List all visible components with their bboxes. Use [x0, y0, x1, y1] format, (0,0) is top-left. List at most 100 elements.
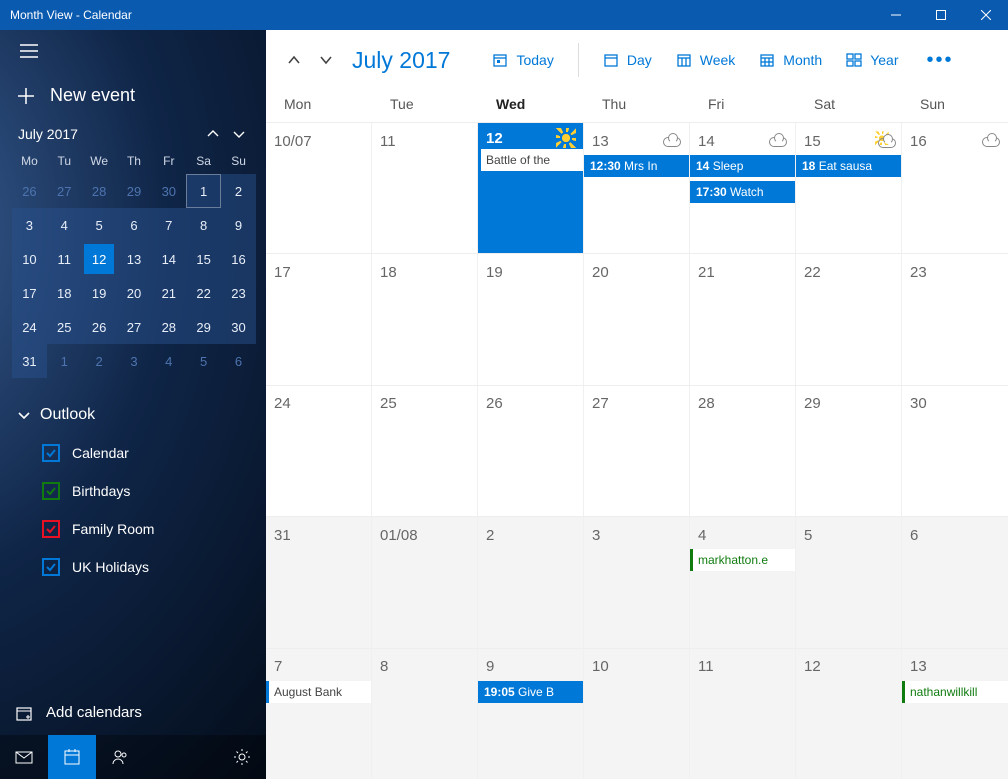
window-maximize-button[interactable]: [918, 0, 963, 30]
mini-cal-day[interactable]: 12: [82, 242, 117, 276]
day-cell[interactable]: 22: [796, 254, 902, 384]
mini-cal-prev[interactable]: [200, 128, 226, 140]
mini-cal-day[interactable]: 3: [117, 344, 152, 378]
mini-cal-day[interactable]: 25: [47, 310, 82, 344]
mini-cal-day[interactable]: 4: [151, 344, 186, 378]
mini-cal-day[interactable]: 22: [186, 276, 221, 310]
day-cell[interactable]: 3: [584, 517, 690, 647]
today-button[interactable]: Today: [482, 46, 563, 74]
view-month-button[interactable]: Month: [749, 46, 832, 74]
event-chip[interactable]: markhatton.e: [690, 549, 795, 571]
event-chip[interactable]: 17:30 Watch: [690, 181, 795, 203]
mini-cal-day[interactable]: 29: [186, 310, 221, 344]
mini-cal-day[interactable]: 1: [47, 344, 82, 378]
day-cell[interactable]: 12Battle of the: [478, 123, 584, 253]
day-cell[interactable]: 13nathanwillkill: [902, 649, 1008, 779]
calendar-toggle[interactable]: Calendar: [18, 434, 258, 472]
mini-cal-day[interactable]: 3: [12, 208, 47, 242]
mini-cal-day[interactable]: 1: [186, 174, 221, 208]
mini-cal-day[interactable]: 2: [221, 174, 256, 208]
mini-cal-day[interactable]: 28: [151, 310, 186, 344]
add-calendars-button[interactable]: Add calendars: [0, 690, 266, 735]
mini-cal-day[interactable]: 5: [82, 208, 117, 242]
day-cell[interactable]: 29: [796, 386, 902, 516]
calendar-toggle[interactable]: Family Room: [18, 510, 258, 548]
day-cell[interactable]: 20: [584, 254, 690, 384]
settings-button[interactable]: [218, 735, 266, 779]
people-app-button[interactable]: [96, 735, 144, 779]
day-cell[interactable]: 18: [372, 254, 478, 384]
mini-cal-day[interactable]: 23: [221, 276, 256, 310]
next-month-button[interactable]: [312, 46, 340, 74]
event-chip[interactable]: nathanwillkill: [902, 681, 1008, 703]
day-cell[interactable]: 11: [690, 649, 796, 779]
view-year-button[interactable]: Year: [836, 46, 908, 74]
mail-app-button[interactable]: [0, 735, 48, 779]
day-cell[interactable]: 28: [690, 386, 796, 516]
event-chip[interactable]: 18 Eat sausa: [796, 155, 901, 177]
day-cell[interactable]: 30: [902, 386, 1008, 516]
day-cell[interactable]: 01/08: [372, 517, 478, 647]
mini-cal-day[interactable]: 27: [117, 310, 152, 344]
event-chip[interactable]: 14 Sleep: [690, 155, 795, 177]
account-toggle[interactable]: Outlook: [18, 400, 258, 434]
view-week-button[interactable]: Week: [666, 46, 746, 74]
mini-cal-day[interactable]: 7: [151, 208, 186, 242]
mini-cal-day[interactable]: 18: [47, 276, 82, 310]
mini-cal-day[interactable]: 20: [117, 276, 152, 310]
day-cell[interactable]: 1518 Eat sausa: [796, 123, 902, 253]
day-cell[interactable]: 23: [902, 254, 1008, 384]
mini-cal-day[interactable]: 8: [186, 208, 221, 242]
event-chip[interactable]: Battle of the: [478, 149, 583, 171]
calendar-toggle[interactable]: UK Holidays: [18, 548, 258, 586]
event-chip[interactable]: August Bank: [266, 681, 371, 703]
mini-cal-day[interactable]: 16: [221, 242, 256, 276]
day-cell[interactable]: 11: [372, 123, 478, 253]
mini-cal-day[interactable]: 2: [82, 344, 117, 378]
more-options-button[interactable]: •••: [919, 49, 962, 72]
day-cell[interactable]: 2: [478, 517, 584, 647]
mini-cal-day[interactable]: 17: [12, 276, 47, 310]
hamburger-button[interactable]: [0, 30, 266, 69]
mini-cal-day[interactable]: 27: [47, 174, 82, 208]
day-cell[interactable]: 25: [372, 386, 478, 516]
mini-cal-day[interactable]: 31: [12, 344, 47, 378]
day-cell[interactable]: 17: [266, 254, 372, 384]
day-cell[interactable]: 19: [478, 254, 584, 384]
day-cell[interactable]: 7August Bank: [266, 649, 372, 779]
day-cell[interactable]: 6: [902, 517, 1008, 647]
mini-cal-next[interactable]: [226, 128, 252, 140]
day-cell[interactable]: 5: [796, 517, 902, 647]
window-minimize-button[interactable]: [873, 0, 918, 30]
mini-cal-day[interactable]: 4: [47, 208, 82, 242]
day-cell[interactable]: 26: [478, 386, 584, 516]
day-cell[interactable]: 12: [796, 649, 902, 779]
mini-cal-day[interactable]: 26: [12, 174, 47, 208]
day-cell[interactable]: 1312:30 Mrs In: [584, 123, 690, 253]
mini-cal-day[interactable]: 6: [221, 344, 256, 378]
mini-cal-day[interactable]: 10: [12, 242, 47, 276]
day-cell[interactable]: 21: [690, 254, 796, 384]
day-cell[interactable]: 10: [584, 649, 690, 779]
mini-cal-day[interactable]: 19: [82, 276, 117, 310]
mini-cal-day[interactable]: 29: [117, 174, 152, 208]
event-chip[interactable]: 12:30 Mrs In: [584, 155, 689, 177]
mini-cal-day[interactable]: 5: [186, 344, 221, 378]
mini-cal-day[interactable]: 9: [221, 208, 256, 242]
day-cell[interactable]: 919:05 Give B: [478, 649, 584, 779]
mini-cal-day[interactable]: 30: [151, 174, 186, 208]
mini-cal-day[interactable]: 13: [117, 242, 152, 276]
window-close-button[interactable]: [963, 0, 1008, 30]
day-cell[interactable]: 24: [266, 386, 372, 516]
mini-cal-day[interactable]: 24: [12, 310, 47, 344]
calendar-app-button[interactable]: [48, 735, 96, 779]
mini-cal-day[interactable]: 21: [151, 276, 186, 310]
mini-cal-day[interactable]: 15: [186, 242, 221, 276]
mini-cal-day[interactable]: 30: [221, 310, 256, 344]
new-event-button[interactable]: New event: [0, 69, 266, 126]
view-day-button[interactable]: Day: [593, 46, 662, 74]
day-cell[interactable]: 8: [372, 649, 478, 779]
mini-cal-day[interactable]: 14: [151, 242, 186, 276]
day-cell[interactable]: 4markhatton.e: [690, 517, 796, 647]
mini-cal-day[interactable]: 11: [47, 242, 82, 276]
